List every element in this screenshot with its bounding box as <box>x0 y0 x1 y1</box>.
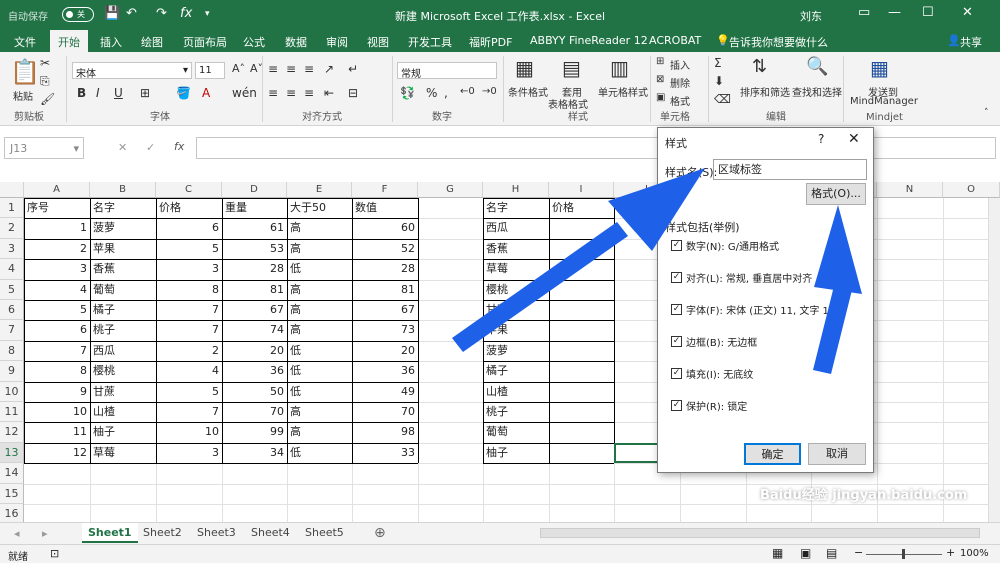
arrow-shaft <box>452 222 628 352</box>
watermark: Baidu经验 jingyan.baidu.com <box>760 488 968 503</box>
arrow-head <box>814 205 862 294</box>
annotation-arrows <box>452 168 862 374</box>
arrow-shaft <box>813 286 852 374</box>
arrow-to-format-button <box>813 205 862 374</box>
arrow-to-style-name <box>452 168 705 352</box>
